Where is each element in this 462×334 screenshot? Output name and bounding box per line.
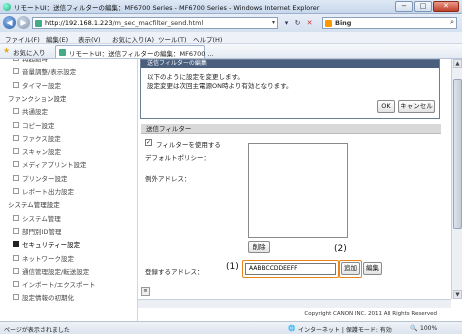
globe-icon: 🌐 <box>288 325 296 332</box>
security-zone[interactable]: インターネット | 保護モード: 有効 <box>298 325 392 334</box>
edit-button[interactable]: 編集 <box>363 262 382 275</box>
vertical-scrollbar[interactable]: ▲ ▼ <box>451 59 462 299</box>
search-engine-label: Bing <box>335 19 352 27</box>
dialog-message: 以下のように設定を変更します。 設定変更は次回主電源ON時より有効となります。 <box>147 73 293 91</box>
menu-bar: ファイル(F) 編集(E) 表示(V) お気に入り(A) ツール(T) ヘルプ(… <box>0 32 462 44</box>
ie-icon <box>3 3 11 11</box>
dialog-message-line-2: 設定変更は次回主電源ON時より有効となります。 <box>147 82 293 90</box>
title-bar: リモートUI：送信フィルターの編集：MF6700 Series - MF6700… <box>0 0 462 14</box>
page-content: 再起動時 音量調整/表示設定 タイマー設定 ファンクション設定 共通設定 コピー設定 ファク… <box>0 59 462 321</box>
tab-site-icon <box>59 49 66 56</box>
callout-2: (2) <box>334 244 347 254</box>
favorites-button[interactable]: お気に入り <box>13 47 46 57</box>
ok-button[interactable]: OK <box>377 100 395 113</box>
zoom-level[interactable]: 100% <box>420 325 437 332</box>
default-policy-label: デフォルトポリシー： <box>145 154 210 162</box>
register-address-input[interactable]: AABBCCDDEEFF <box>245 263 336 275</box>
dialog-title: 送信フィルターの編集 <box>141 60 439 68</box>
copyright: Copyright CANON INC. 2011 All Rights Res… <box>304 311 437 317</box>
sidebar: 再起動時 音量調整/表示設定 タイマー設定 ファンクション設定 共通設定 コピー設定 ファク… <box>0 59 138 321</box>
section-title: 送信フィルター <box>141 124 441 134</box>
search-icon[interactable]: ⌕ <box>450 18 454 27</box>
url-path: /m_sec_macfilter_send.html <box>112 19 204 27</box>
compat-icon[interactable]: ▾ <box>281 18 292 28</box>
minimize-button[interactable]: − <box>395 1 413 12</box>
window-title: リモートUI：送信フィルターの編集：MF6700 Series - MF6700… <box>14 4 320 12</box>
tab-title: リモートUI：送信フィルターの編集：MF6700 ... <box>69 50 214 58</box>
bottom-expand-icon[interactable]: ≡ <box>141 287 150 296</box>
scroll-thumb[interactable] <box>453 79 462 229</box>
scroll-up-icon[interactable]: ▲ <box>453 59 462 68</box>
exception-address-list[interactable] <box>248 143 348 238</box>
register-address-label: 登録するアドレス： <box>145 268 204 276</box>
menu-file[interactable]: ファイル(F) <box>5 34 40 44</box>
menu-tools[interactable]: ツール(T) <box>158 34 187 44</box>
search-input[interactable]: Bing ⌕ <box>322 17 457 29</box>
menu-help[interactable]: ヘルプ(H) <box>193 34 222 44</box>
status-bar: ページが表示されました 🌐 インターネット | 保護モード: 有効 🔍 100% <box>0 321 462 334</box>
maximize-button[interactable]: □ <box>414 1 432 12</box>
bing-icon <box>325 20 332 27</box>
zoom-icon[interactable]: 🔍 <box>410 325 417 332</box>
use-filter-label: フィルターを使用する <box>156 141 221 149</box>
refresh-icon[interactable]: ↻ <box>292 18 303 28</box>
sidebar-item-11: システム管理設定 <box>8 201 60 210</box>
close-button[interactable]: ✕ <box>433 1 459 12</box>
star-icon[interactable]: ★ <box>3 46 10 55</box>
favorites-bar: ★ お気に入り リモートUI：送信フィルターの編集：MF6700 ... <box>0 44 462 59</box>
dialog-message-line-1: 以下のように設定を変更します。 <box>147 73 244 81</box>
stop-icon[interactable]: ✕ <box>304 18 315 28</box>
edit-dialog: 送信フィルターの編集 以下のように設定を変更します。 設定変更は次回主電源ON時… <box>140 59 440 119</box>
horizontal-scrollbar[interactable] <box>138 299 451 308</box>
url-host: http://192.168.1.223 <box>45 19 113 27</box>
exception-address-label: 例外アドレス： <box>145 175 191 183</box>
tab-remote-ui[interactable]: リモートUI：送信フィルターの編集：MF6700 ... <box>55 45 214 58</box>
back-button[interactable]: ◀ <box>3 16 16 29</box>
sidebar-item-3: ファンクション設定 <box>8 94 67 103</box>
forward-button[interactable]: ▶ <box>17 16 30 29</box>
callout-1: (1) <box>226 262 239 272</box>
cancel-button[interactable]: キャンセル <box>398 100 435 113</box>
menu-view[interactable]: 表示(V) <box>78 34 101 44</box>
url-dropdown-icon[interactable]: ▾ <box>272 19 275 26</box>
menu-favorites[interactable]: お気に入り(A) <box>112 34 154 44</box>
menu-edit[interactable]: 編集(E) <box>46 34 68 44</box>
site-icon <box>35 20 42 27</box>
status-text: ページが表示されました <box>4 327 70 334</box>
scroll-down-icon[interactable]: ▼ <box>453 290 462 299</box>
address-bar: ◀ ▶ http://192.168.1.223/m_sec_macfilter… <box>0 14 462 32</box>
add-button[interactable]: 追加 <box>341 262 360 275</box>
delete-button[interactable]: 削除 <box>248 241 270 253</box>
use-filter-checkbox[interactable]: ✓ <box>145 139 152 146</box>
url-field[interactable]: http://192.168.1.223/m_sec_macfilter_sen… <box>32 17 278 29</box>
